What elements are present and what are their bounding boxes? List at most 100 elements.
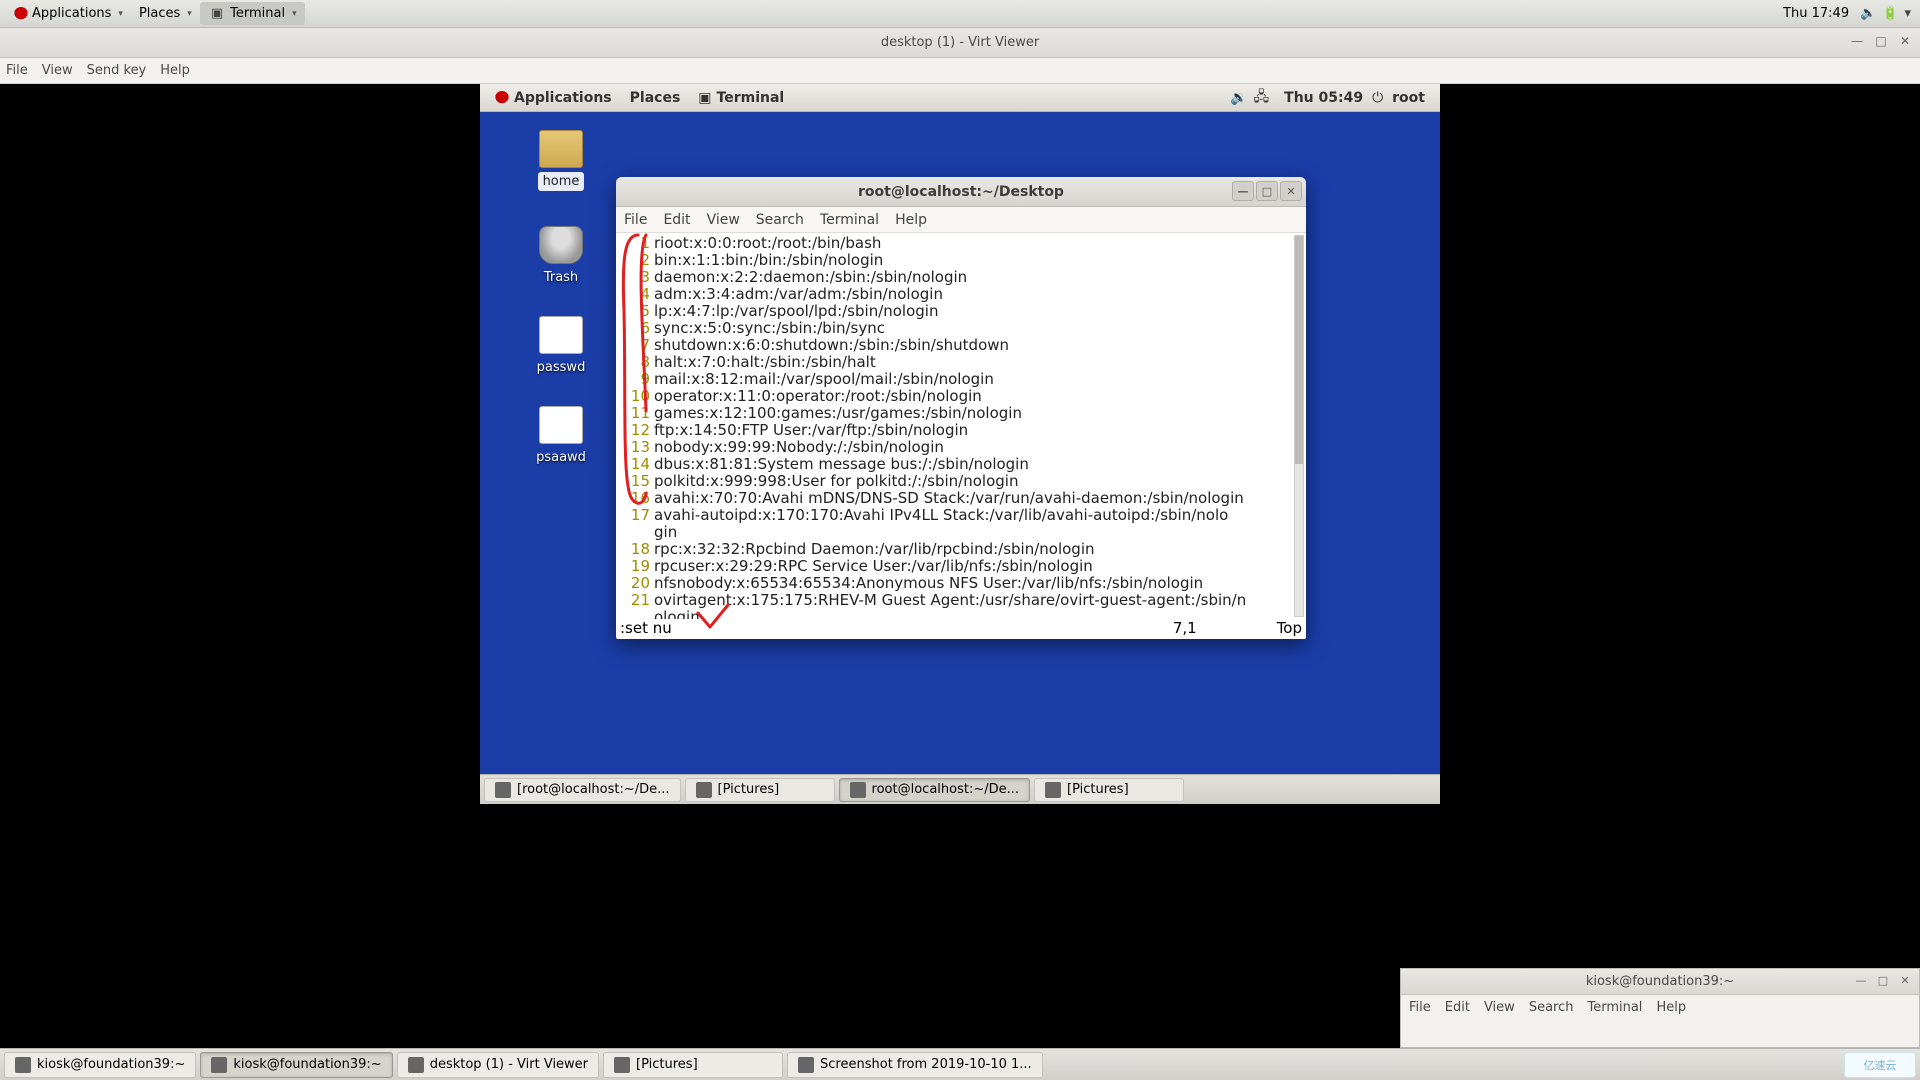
term-menu-item[interactable]: Edit	[1445, 1000, 1470, 1015]
guest-terminal-title: root@localhost:~/Desktop	[858, 184, 1064, 200]
taskbar-button[interactable]: root@localhost:~/De...	[839, 778, 1030, 802]
menu-label: Applications	[514, 90, 612, 106]
host-taskbar-button[interactable]: kiosk@foundation39:~	[4, 1052, 196, 1078]
guest-terminal-window: root@localhost:~/Desktop — □ ✕ File Edit…	[616, 177, 1306, 639]
battery-icon[interactable]: 🔋	[1882, 6, 1898, 21]
volume-icon[interactable]: 🔉	[1230, 90, 1247, 106]
terminal-line: 9mail:x:8:12:mail:/var/spool/mail:/sbin/…	[616, 371, 1302, 388]
term-menu-help[interactable]: Help	[895, 212, 927, 228]
network-icon[interactable]: 🖧	[1254, 86, 1270, 110]
window-icon	[696, 782, 712, 798]
line-number: 15	[616, 473, 650, 490]
host-taskbar-button[interactable]: Screenshot from 2019-10-10 1...	[787, 1052, 1043, 1078]
line-number: 7	[616, 337, 650, 354]
close-button[interactable]: ✕	[1896, 32, 1914, 50]
line-text: ologin	[654, 609, 700, 619]
window-icon	[495, 782, 511, 798]
guest-applications-menu[interactable]: Applications	[486, 88, 621, 108]
volume-icon[interactable]: 🔈	[1860, 6, 1876, 21]
line-number: 13	[616, 439, 650, 456]
desktop-icon-psaawd[interactable]: psaawd	[526, 406, 596, 467]
icon-label: Trash	[539, 268, 583, 287]
maximize-button[interactable]: □	[1875, 972, 1891, 988]
vv-menu-help[interactable]: Help	[160, 63, 190, 78]
taskbar-button[interactable]: [Pictures]	[1034, 778, 1184, 802]
term-menu-terminal[interactable]: Terminal	[820, 212, 879, 228]
minimize-button[interactable]: —	[1848, 32, 1866, 50]
scrollbar[interactable]	[1294, 235, 1304, 617]
line-number: 14	[616, 456, 650, 473]
taskbar-button[interactable]: [root@localhost:~/De...	[484, 778, 681, 802]
clock-text: Thu 17:49	[1783, 6, 1849, 21]
line-number: 2	[616, 252, 650, 269]
term-menu-file[interactable]: File	[624, 212, 647, 228]
file-icon	[539, 316, 583, 354]
host-taskbar-button[interactable]: desktop (1) - Virt Viewer	[397, 1052, 599, 1078]
window-icon	[211, 1057, 227, 1073]
vv-menubar: File View Send key Help	[0, 58, 1920, 84]
line-number: 20	[616, 575, 650, 592]
line-number: 17	[616, 507, 650, 524]
desktop-icon-trash[interactable]: Trash	[526, 226, 596, 287]
terminal-line: 6sync:x:5:0:sync:/sbin:/bin/sync	[616, 320, 1302, 337]
maximize-button[interactable]: □	[1872, 32, 1890, 50]
term-menu-item[interactable]: Search	[1529, 1000, 1574, 1015]
host-taskbar-button[interactable]: [Pictures]	[603, 1052, 783, 1078]
watermark-logo: 亿速云	[1844, 1052, 1916, 1078]
line-text: lp:x:4:7:lp:/var/spool/lpd:/sbin/nologin	[654, 303, 938, 320]
line-text: halt:x:7:0:halt:/sbin:/sbin/halt	[654, 354, 876, 371]
term-menu-item[interactable]: Help	[1656, 1000, 1686, 1015]
minimize-button[interactable]: —	[1853, 972, 1869, 988]
icon-label: passwd	[532, 358, 591, 377]
vv-menu-sendkey[interactable]: Send key	[87, 63, 147, 78]
terminal-icon: ▣	[698, 90, 711, 106]
power-icon[interactable]: ⏻	[1372, 90, 1383, 106]
guest-terminal-menu[interactable]: ▣Terminal	[689, 88, 793, 108]
term-menu-item[interactable]: View	[1484, 1000, 1515, 1015]
taskbar-label: root@localhost:~/De...	[872, 782, 1019, 797]
vv-menu-view[interactable]: View	[42, 63, 73, 78]
term-menu-view[interactable]: View	[707, 212, 740, 228]
close-button[interactable]: ✕	[1280, 181, 1302, 201]
host-applications-menu[interactable]: Applications	[6, 2, 131, 25]
maximize-button[interactable]: □	[1256, 181, 1278, 201]
guest-terminal-body[interactable]: 1rioot:x:0:0:root:/root:/bin/bash2bin:x:…	[616, 233, 1306, 619]
host-places-menu[interactable]: Places	[131, 2, 200, 25]
term-menu-search[interactable]: Search	[756, 212, 804, 228]
line-number: 12	[616, 422, 650, 439]
term-menu-item[interactable]: Terminal	[1587, 1000, 1642, 1015]
guest-taskbar: [root@localhost:~/De...[Pictures]root@lo…	[480, 774, 1440, 804]
desktop-icon-home[interactable]: home	[526, 130, 596, 191]
term-menu-edit[interactable]: Edit	[663, 212, 690, 228]
taskbar-label: kiosk@foundation39:~	[233, 1057, 381, 1072]
line-number: 8	[616, 354, 650, 371]
scrollbar-thumb[interactable]	[1295, 236, 1303, 464]
term-menu-item[interactable]: File	[1409, 1000, 1431, 1015]
guest-terminal-titlebar[interactable]: root@localhost:~/Desktop — □ ✕	[616, 177, 1306, 207]
vv-menu-file[interactable]: File	[6, 63, 28, 78]
redhat-icon	[14, 7, 28, 21]
line-text: avahi:x:70:70:Avahi mDNS/DNS-SD Stack:/v…	[654, 490, 1244, 507]
close-button[interactable]: ✕	[1897, 972, 1913, 988]
host-terminal-menu[interactable]: ▣Terminal	[200, 2, 305, 25]
taskbar-button[interactable]: [Pictures]	[685, 778, 835, 802]
line-number: 11	[616, 405, 650, 422]
host-clock[interactable]: Thu 17:49	[1775, 2, 1857, 25]
terminal-line: gin	[616, 524, 1302, 541]
vim-cursor-pos: 7,1	[1173, 619, 1197, 637]
guest-places-menu[interactable]: Places	[621, 88, 690, 108]
minimize-button[interactable]: —	[1232, 181, 1254, 201]
menu-label: Places	[630, 90, 681, 106]
guest-user-menu[interactable]: root	[1383, 88, 1434, 108]
user-menu-arrow-icon[interactable]: ▾	[1904, 6, 1911, 21]
host-terminal-titlebar[interactable]: kiosk@foundation39:~ — □ ✕	[1401, 969, 1919, 995]
host-terminal-menubar: File Edit View Search Terminal Help	[1401, 995, 1919, 1019]
file-icon	[539, 406, 583, 444]
window-icon	[614, 1057, 630, 1073]
terminal-line: 13nobody:x:99:99:Nobody:/:/sbin/nologin	[616, 439, 1302, 456]
vv-titlebar[interactable]: desktop (1) - Virt Viewer — □ ✕	[0, 28, 1920, 58]
terminal-line: 17avahi-autoipd:x:170:170:Avahi IPv4LL S…	[616, 507, 1302, 524]
desktop-icon-passwd[interactable]: passwd	[526, 316, 596, 377]
host-taskbar-button[interactable]: kiosk@foundation39:~	[200, 1052, 392, 1078]
guest-clock[interactable]: Thu 05:49	[1275, 88, 1372, 108]
